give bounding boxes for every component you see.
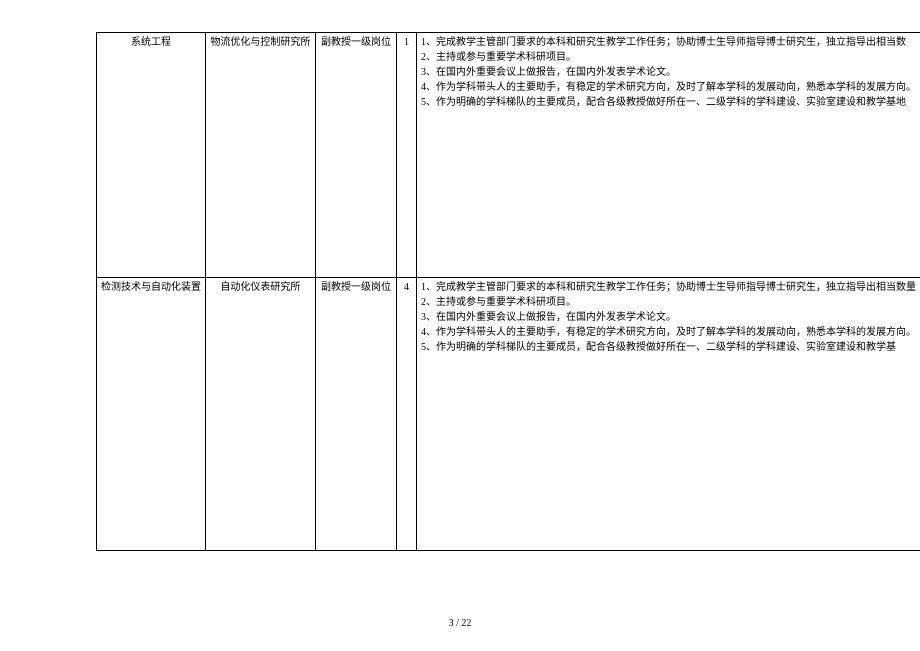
job-listing-table: 系统工程 物流优化与控制研究所 副教授一级岗位 1 1、完成教学主管部门要求的本… [96,32,920,551]
req-line: 2、主持或参与重要学术科研项目。 [421,50,916,65]
cell-quota: 1 [397,33,417,278]
cell-position: 副教授一级岗位 [315,33,396,278]
req-line: 2、主持或参与重要学术科研项目。 [421,295,916,310]
req-line: 3、在国内外重要会议上做报告，在国内外发表学术论文。 [421,65,916,80]
cell-institute: 自动化仪表研究所 [206,278,316,551]
cell-discipline: 检测技术与自动化装置 [97,278,206,551]
req-line: 4、作为学科带头人的主要助手，有稳定的学术研究方向，及时了解本学科的发展动向，熟… [421,325,916,340]
req-line: 3、在国内外重要会议上做报告，在国内外发表学术论文。 [421,310,916,325]
table-row: 系统工程 物流优化与控制研究所 副教授一级岗位 1 1、完成教学主管部门要求的本… [97,33,920,278]
cell-institute: 物流优化与控制研究所 [206,33,316,278]
cell-requirements: 1、完成教学主管部门要求的本科和研究生教学工作任务；协助博士生导师指导博士研究生… [416,278,920,551]
req-line: 4、作为学科带头人的主要助手，有稳定的学术研究方向，及时了解本学科的发展动向，熟… [421,80,916,95]
table-row: 检测技术与自动化装置 自动化仪表研究所 副教授一级岗位 4 1、完成教学主管部门… [97,278,920,551]
cell-quota: 4 [397,278,417,551]
req-line: 5、作为明确的学科梯队的主要成员，配合各级教授做好所在一、二级学科的学科建设、实… [421,95,916,110]
req-line: 5、作为明确的学科梯队的主要成员，配合各级教授做好所在一、二级学科的学科建设、实… [421,340,916,355]
page-number: 3 / 22 [0,618,920,629]
req-line: 1、完成教学主管部门要求的本科和研究生教学工作任务；协助博士生导师指导博士研究生… [421,280,916,295]
cell-position: 副教授一级岗位 [315,278,396,551]
cell-discipline: 系统工程 [97,33,206,278]
req-line: 1、完成教学主管部门要求的本科和研究生教学工作任务；协助博士生导师指导博士研究生… [421,35,916,50]
cell-requirements: 1、完成教学主管部门要求的本科和研究生教学工作任务；协助博士生导师指导博士研究生… [416,33,920,278]
